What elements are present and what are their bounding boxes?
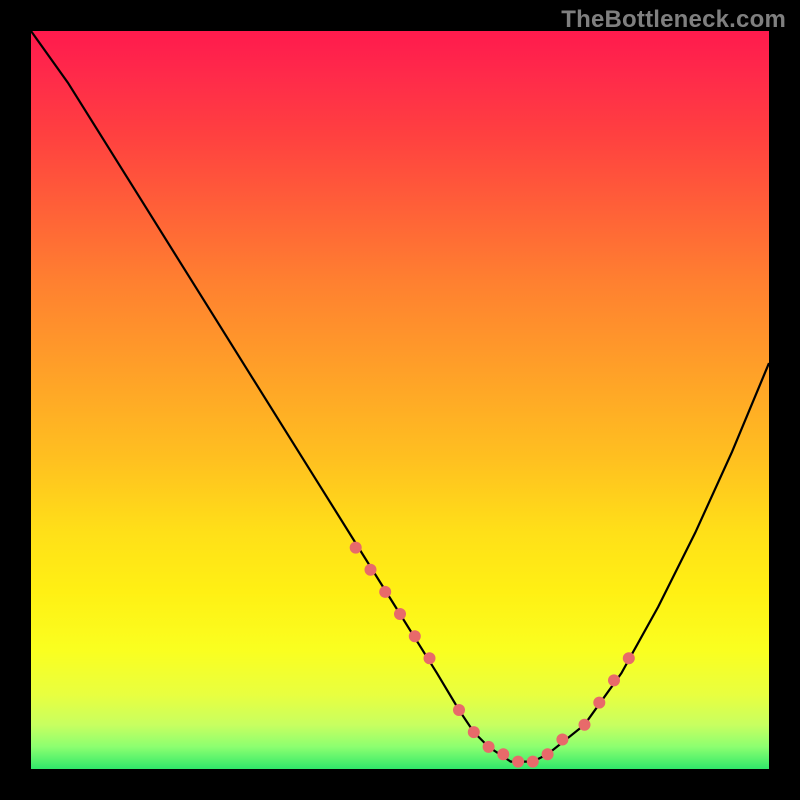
highlight-dot bbox=[497, 748, 509, 760]
highlight-dot bbox=[468, 726, 480, 738]
highlight-dot bbox=[365, 564, 377, 576]
highlight-dot bbox=[424, 652, 436, 664]
highlight-dots bbox=[350, 542, 635, 768]
highlight-dot bbox=[453, 704, 465, 716]
highlight-dot bbox=[512, 756, 524, 768]
highlight-dot bbox=[542, 748, 554, 760]
highlight-dot bbox=[593, 697, 605, 709]
highlight-dot bbox=[409, 630, 421, 642]
highlight-dot bbox=[483, 741, 495, 753]
highlight-dot bbox=[579, 719, 591, 731]
highlight-dot bbox=[608, 674, 620, 686]
chart-frame: TheBottleneck.com bbox=[0, 0, 800, 800]
bottleneck-curve bbox=[31, 31, 769, 762]
watermark-text: TheBottleneck.com bbox=[561, 6, 786, 34]
highlight-dot bbox=[527, 756, 539, 768]
curve-layer bbox=[0, 0, 800, 800]
highlight-dot bbox=[623, 652, 635, 664]
highlight-dot bbox=[394, 608, 406, 620]
highlight-dot bbox=[379, 586, 391, 598]
curve-line bbox=[31, 31, 769, 762]
highlight-dot bbox=[350, 542, 362, 554]
highlight-dot bbox=[556, 734, 568, 746]
